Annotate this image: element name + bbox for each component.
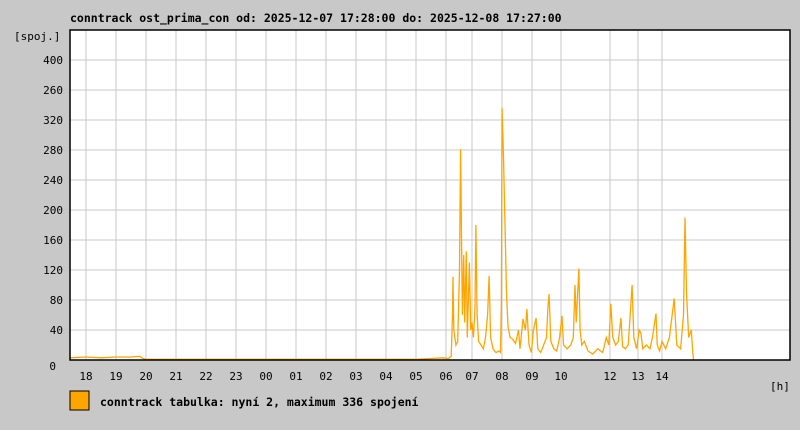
y-tick-label: 40 [50,324,63,337]
conntrack-chart: conntrack ost_prima_con od: 2025-12-07 1… [0,0,800,430]
x-tick-label: 03 [349,370,362,383]
x-tick-label: 13 [631,370,644,383]
y-axis-label: [spoj.] [14,30,60,43]
x-tick-label: 06 [439,370,452,383]
x-tick-label: 19 [109,370,122,383]
y-tick-label: 320 [43,114,63,127]
x-axis-label: [h] [770,380,790,393]
x-tick-label: 05 [409,370,422,383]
y-tick-label: 80 [50,294,63,307]
x-tick-label: 12 [603,370,616,383]
x-tick-label: 22 [199,370,212,383]
chart-title: conntrack ost_prima_con od: 2025-12-07 1… [70,11,562,26]
x-tick-label: 02 [319,370,332,383]
y-tick-label: 0 [49,360,56,373]
y-tick-label: 260 [43,84,63,97]
legend-swatch [69,390,90,411]
plot-area [70,30,790,360]
x-tick-label: 09 [525,370,538,383]
x-tick-label: 18 [79,370,92,383]
x-tick-label: 21 [169,370,182,383]
y-tick-label: 120 [43,264,63,277]
x-tick-label: 07 [465,370,478,383]
legend-text: conntrack tabulka: nyní 2, maximum 336 s… [100,395,419,409]
y-tick-label: 280 [43,144,63,157]
x-tick-label: 14 [655,370,669,383]
y-tick-label: 160 [43,234,63,247]
x-tick-label: 08 [495,370,508,383]
y-tick-label: 400 [43,54,63,67]
y-tick-label: 200 [43,204,63,217]
x-tick-label: 04 [379,370,393,383]
x-tick-label: 00 [259,370,272,383]
x-tick-label: 23 [229,370,242,383]
x-tick-label: 20 [139,370,152,383]
x-tick-label: 01 [289,370,302,383]
x-tick-label: 10 [554,370,567,383]
y-tick-label: 240 [43,174,63,187]
